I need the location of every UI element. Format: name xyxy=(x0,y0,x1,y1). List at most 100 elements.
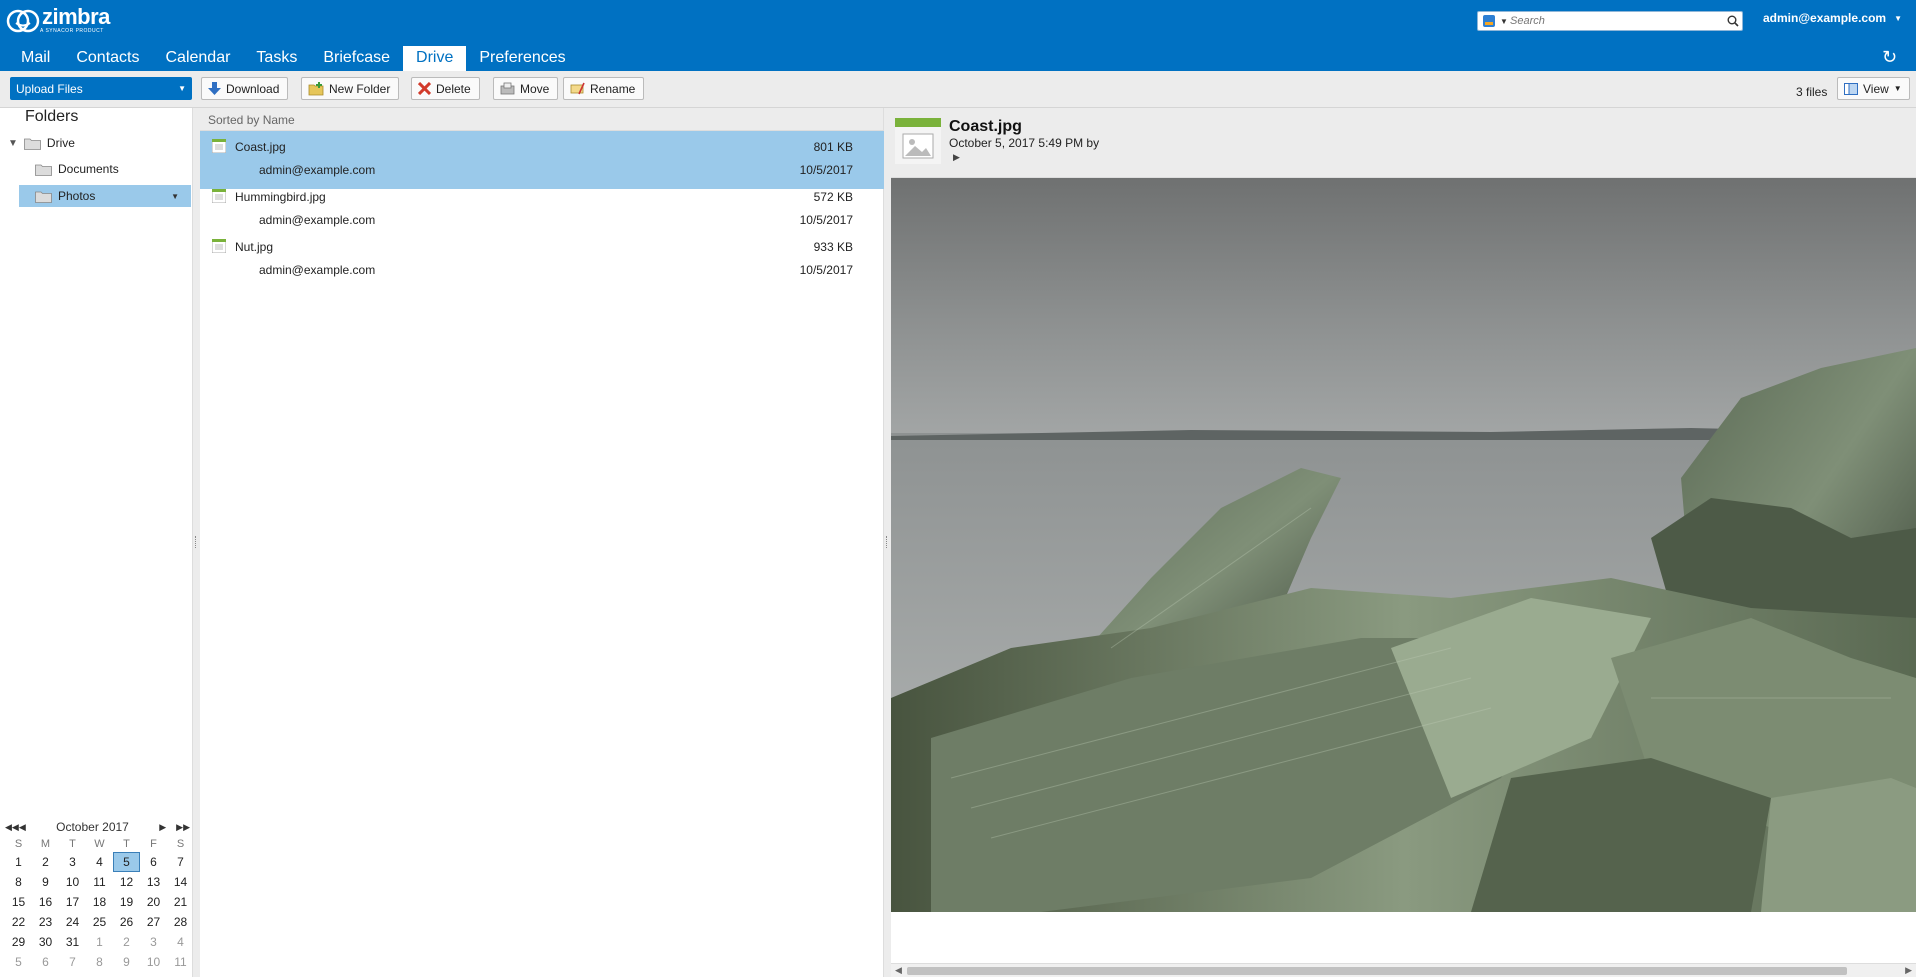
tab-contacts[interactable]: Contacts xyxy=(63,46,152,71)
scroll-right-icon[interactable]: ▶ xyxy=(1905,965,1912,976)
calendar-weekday: W xyxy=(94,838,105,850)
pane-splitter[interactable] xyxy=(884,108,891,977)
calendar-month-label[interactable]: October 2017 xyxy=(26,820,159,834)
calendar-day[interactable]: 25 xyxy=(86,912,113,932)
calendar-day[interactable]: 11 xyxy=(167,952,194,972)
download-button[interactable]: Download xyxy=(201,77,289,100)
calendar-day[interactable]: 31 xyxy=(59,932,86,952)
chevron-down-icon: ▼ xyxy=(1894,13,1902,23)
calendar-day[interactable]: 28 xyxy=(167,912,194,932)
calendar-day[interactable]: 13 xyxy=(140,872,167,892)
calendar-day[interactable]: 2 xyxy=(32,852,59,872)
rename-button[interactable]: Rename xyxy=(563,77,645,100)
calendar-day[interactable]: 10 xyxy=(59,872,86,892)
calendar-day[interactable]: 6 xyxy=(140,852,167,872)
zimbra-logo-icon xyxy=(6,9,40,33)
tree-item-photos[interactable]: Photos ▼ xyxy=(19,185,191,207)
prev-month-icon[interactable]: ◀ xyxy=(19,822,26,833)
move-label: Move xyxy=(520,81,550,96)
user-menu[interactable]: admin@example.com ▼ xyxy=(1763,11,1902,25)
file-list: Sorted by Name Coast.jpg admin@example.co… xyxy=(200,108,884,977)
tab-drive[interactable]: Drive xyxy=(403,46,467,71)
calendar-day[interactable]: 20 xyxy=(140,892,167,912)
next-month-icon[interactable]: ▶ xyxy=(159,822,166,833)
tab-preferences[interactable]: Preferences xyxy=(466,46,578,71)
calendar-day[interactable]: 2 xyxy=(113,932,140,952)
calendar-day[interactable]: 26 xyxy=(113,912,140,932)
expand-details-icon[interactable]: ▶ xyxy=(953,152,960,163)
calendar-day[interactable]: 22 xyxy=(5,912,32,932)
calendar-day[interactable]: 14 xyxy=(167,872,194,892)
view-button[interactable]: View ▼ xyxy=(1837,77,1910,100)
new-folder-button[interactable]: New Folder xyxy=(301,77,400,100)
calendar-day[interactable]: 11 xyxy=(86,872,113,892)
calendar-day[interactable]: 18 xyxy=(86,892,113,912)
calendar-day[interactable]: 30 xyxy=(32,932,59,952)
calendar-day[interactable]: 12 xyxy=(113,872,140,892)
calendar-day[interactable]: 7 xyxy=(59,952,86,972)
calendar-weekday: T xyxy=(69,838,76,850)
calendar-day[interactable]: 9 xyxy=(32,872,59,892)
file-row[interactable]: Nut.jpg admin@example.com 933 KB 10/5/2017 xyxy=(200,231,884,289)
preview-pane: Coast.jpg October 5, 2017 5:49 PM by ▶ ◀… xyxy=(891,108,1916,977)
calendar-day[interactable]: 3 xyxy=(140,932,167,952)
tree-item-drive[interactable]: ▼ Drive xyxy=(8,132,190,154)
move-button[interactable]: Move xyxy=(493,77,559,100)
rename-label: Rename xyxy=(590,81,636,96)
tab-tasks[interactable]: Tasks xyxy=(243,46,310,71)
calendar-day-today[interactable]: 5 xyxy=(113,852,140,872)
calendar-day[interactable]: 23 xyxy=(32,912,59,932)
calendar-day[interactable]: 4 xyxy=(167,932,194,952)
calendar-day[interactable]: 8 xyxy=(86,952,113,972)
file-date: 10/5/2017 xyxy=(799,163,853,177)
calendar-day[interactable]: 5 xyxy=(5,952,32,972)
calendar-day[interactable]: 6 xyxy=(32,952,59,972)
calendar-day[interactable]: 17 xyxy=(59,892,86,912)
tab-briefcase[interactable]: Briefcase xyxy=(310,46,403,71)
search-type-icon xyxy=(1483,15,1495,27)
calendar-day[interactable]: 4 xyxy=(86,852,113,872)
scroll-left-icon[interactable]: ◀ xyxy=(895,965,902,976)
calendar-day[interactable]: 8 xyxy=(5,872,32,892)
calendar-day[interactable]: 1 xyxy=(5,852,32,872)
delete-button[interactable]: Delete xyxy=(411,77,480,100)
search-type-picker[interactable]: ▼ xyxy=(1478,12,1510,30)
calendar-weekday: S xyxy=(176,838,185,850)
chevron-down-icon[interactable]: ▼ xyxy=(178,84,186,93)
user-email: admin@example.com xyxy=(1763,11,1887,25)
folders-heading: Folders xyxy=(25,108,79,125)
prev-year-icon[interactable]: ◀◀ xyxy=(5,822,19,833)
calendar-day[interactable]: 29 xyxy=(5,932,32,952)
calendar-day[interactable]: 21 xyxy=(167,892,194,912)
calendar-day[interactable]: 24 xyxy=(59,912,86,932)
sort-header[interactable]: Sorted by Name xyxy=(200,108,883,131)
calendar-day[interactable]: 7 xyxy=(167,852,194,872)
refresh-icon[interactable]: ↻ xyxy=(1882,47,1897,68)
calendar-day[interactable]: 27 xyxy=(140,912,167,932)
tab-mail[interactable]: Mail xyxy=(8,46,63,71)
calendar-day[interactable]: 1 xyxy=(86,932,113,952)
calendar-day[interactable]: 9 xyxy=(113,952,140,972)
file-size: 572 KB xyxy=(813,190,853,204)
folder-icon xyxy=(35,191,52,203)
search-box: ▼ xyxy=(1477,11,1743,31)
scrollbar-thumb[interactable] xyxy=(907,967,1847,975)
search-input[interactable] xyxy=(1510,13,1724,29)
splitter-grip[interactable] xyxy=(886,536,889,548)
zimbra-logo[interactable]: zimbra A SYNACOR PRODUCT xyxy=(6,6,110,34)
tree-item-documents[interactable]: Documents xyxy=(35,158,190,180)
calendar-day[interactable]: 15 xyxy=(5,892,32,912)
expand-triangle-icon[interactable]: ▼ xyxy=(8,138,18,149)
calendar-day[interactable]: 10 xyxy=(140,952,167,972)
calendar-day[interactable]: 16 xyxy=(32,892,59,912)
calendar-day[interactable]: 3 xyxy=(59,852,86,872)
chevron-down-icon[interactable]: ▼ xyxy=(171,192,179,201)
next-year-icon[interactable]: ▶▶ xyxy=(176,822,190,833)
search-icon[interactable] xyxy=(1724,12,1742,30)
tab-calendar[interactable]: Calendar xyxy=(152,46,243,71)
horizontal-scrollbar[interactable]: ◀ ▶ xyxy=(891,963,1916,977)
upload-files-button[interactable]: Upload Files ▼ xyxy=(10,77,192,100)
pane-splitter[interactable] xyxy=(193,108,200,977)
splitter-grip[interactable] xyxy=(195,536,198,548)
calendar-day[interactable]: 19 xyxy=(113,892,140,912)
